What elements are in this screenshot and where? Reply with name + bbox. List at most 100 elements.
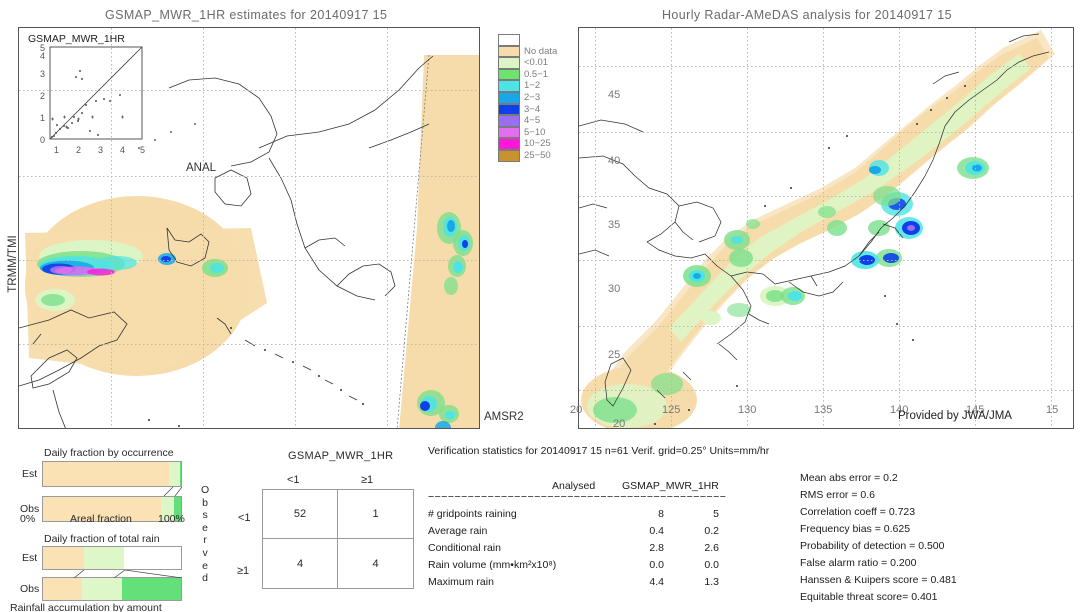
- verification-stat-row: Rain volume (mm•km²x10⁸) 0.0 0.0: [428, 559, 788, 576]
- right-map-graphic: [579, 30, 1055, 428]
- verification-stat-row: Average rain 0.4 0.2: [428, 525, 788, 542]
- legend-swatch: [498, 45, 520, 58]
- total-rain-chart-title: Daily fraction of total rain: [44, 533, 160, 545]
- total-rain-est-bar: [42, 546, 182, 570]
- legend-entry: <0.01: [498, 57, 557, 69]
- verification-scores-list: Mean abs error = 0.2 RMS error = 0.6 Corre…: [800, 472, 957, 608]
- svg-text:3: 3: [40, 69, 45, 79]
- verification-stat-analysed: 0.4: [649, 525, 664, 537]
- contingency-row-header-gte1: ≥1: [237, 565, 250, 577]
- legend-entry: 4−5: [498, 115, 557, 127]
- legend-swatch: [498, 57, 520, 69]
- legend-label: 10−25: [524, 138, 551, 150]
- legend-entry: 10−25: [498, 138, 557, 150]
- legend-label: 1−2: [524, 80, 541, 92]
- observed-axis-label: Observed: [201, 484, 209, 585]
- contingency-cell-hit-miss-01: 1: [338, 490, 413, 539]
- verification-score-line: Probability of detection = 0.500: [800, 540, 945, 552]
- verification-score-line: Frequency bias = 0.625: [800, 523, 911, 535]
- screenshot-root: GSMAP_MWR_1HR estimates for 20140917 15: [0, 0, 1080, 612]
- verification-score-line: RMS error = 0.6: [800, 489, 875, 501]
- svg-text:2: 2: [76, 145, 81, 155]
- occurrence-chart-title: Daily fraction by occurrence: [44, 447, 174, 459]
- total-rain-caption: Rainfall accumulation by amount: [10, 602, 162, 612]
- verification-stat-model: 5: [713, 508, 719, 520]
- bar-segment: [43, 462, 170, 486]
- contingency-col-header-gte1: ≥1: [361, 474, 374, 486]
- svg-text:5: 5: [140, 145, 145, 155]
- contingency-row-header-lt1: <1: [238, 512, 251, 524]
- verification-stat-name: Average rain: [428, 525, 488, 537]
- legend-entry: 5−10: [498, 126, 557, 139]
- legend-label: 0.5−1: [524, 68, 549, 80]
- svg-text:1: 1: [40, 113, 45, 123]
- bar-segment: [121, 578, 181, 600]
- verification-stat-row: # gridpoints raining 8 5: [428, 508, 788, 525]
- right-lat-tick-30: 30: [608, 283, 621, 295]
- right-lon-tick-135: 135: [814, 404, 833, 416]
- right-lat-tick-40: 40: [608, 155, 621, 167]
- contingency-table[interactable]: 52 1 4 4: [262, 489, 414, 589]
- trmm-tmi-label: TRMM/TMI: [7, 235, 19, 293]
- total-rain-est-label: Est: [22, 552, 38, 564]
- legend-swatch: [498, 34, 520, 46]
- verification-stat-model: 0.2: [704, 525, 719, 537]
- legend-label: 4−5: [524, 115, 541, 127]
- verification-stat-name: Conditional rain: [428, 542, 501, 554]
- legend-label: <0.01: [524, 57, 549, 69]
- legend-swatch: [498, 149, 520, 162]
- right-map-panel[interactable]: [578, 27, 1074, 429]
- legend-swatch: [498, 91, 520, 104]
- legend-entry: 3−4: [498, 103, 557, 116]
- bar-segment: [43, 547, 85, 569]
- total-rain-connector-lines: [73, 570, 182, 578]
- legend-entry: No data: [498, 45, 558, 58]
- legend-entry: 0.5−1: [498, 68, 557, 81]
- right-panel-title: Hourly Radar-AMeDAS analysis for 2014091…: [662, 8, 952, 22]
- verification-divider: −−−−−−−−−−−−−−−−−−−−−−−−−−−−−−−−−−−−−−−−…: [428, 491, 727, 503]
- right-lat-tick-35: 35: [608, 219, 621, 231]
- legend-swatch: [498, 126, 520, 139]
- legend-swatch: [498, 80, 520, 92]
- legend-swatch: [498, 115, 520, 127]
- legend-label: 2−3: [524, 91, 541, 103]
- contingency-col-header-lt1: <1: [287, 474, 300, 486]
- legend-entry: 25−50: [498, 149, 557, 162]
- occurrence-est-bar: [42, 461, 182, 487]
- occurrence-connector-lines: [163, 487, 182, 496]
- verification-stat-row: Conditional rain 2.8 2.6: [428, 542, 788, 559]
- bar-segment: [169, 462, 180, 486]
- right-lat-tick-45: 45: [608, 89, 621, 101]
- svg-text:4: 4: [120, 145, 125, 155]
- observed-letter: b: [202, 496, 208, 509]
- left-inset-scatter[interactable]: GSMAP_MWR_1HR 0 1 2 3 4 5 1 2 3 4 5: [24, 33, 172, 165]
- verification-stat-row: Maximum rain 4.4 1.3: [428, 576, 788, 593]
- verification-stat-analysed: 8: [658, 508, 664, 520]
- legend-entry: [498, 34, 557, 46]
- bar-segment: [43, 578, 83, 600]
- legend-swatch: [498, 138, 520, 150]
- verification-stat-name: Maximum rain: [428, 576, 494, 588]
- observed-letter: e: [202, 521, 208, 534]
- legend-label: 3−4: [524, 103, 541, 115]
- verification-score-line: False alarm ratio = 0.200: [800, 557, 917, 569]
- legend-label: 25−50: [524, 149, 551, 161]
- total-rain-obs-label: Obs: [20, 583, 40, 595]
- svg-text:3: 3: [98, 145, 103, 155]
- svg-text:0: 0: [40, 135, 45, 145]
- right-bottom-lat-tick: 20: [613, 418, 626, 430]
- occurrence-scale-right: 100%: [158, 513, 185, 525]
- verification-score-line: Equitable threat score= 0.401: [800, 591, 938, 603]
- verification-stat-analysed: 0.0: [649, 559, 664, 571]
- occurrence-scale-center: Areal fraction: [70, 513, 132, 525]
- legend-label: No data: [524, 45, 558, 57]
- verification-score-line: Hanssen & Kuipers score = 0.481: [800, 574, 957, 586]
- contingency-cell-hit-miss-00: 52: [263, 490, 338, 539]
- verification-stat-analysed: 4.4: [649, 576, 664, 588]
- left-panel-title: GSMAP_MWR_1HR estimates for 20140917 15: [105, 8, 388, 22]
- verification-stat-model: 2.6: [704, 542, 719, 554]
- svg-text:1: 1: [54, 145, 59, 155]
- legend-swatch: [498, 68, 520, 81]
- verification-score-line: Correlation coeff = 0.723: [800, 506, 916, 518]
- verification-score-line: Mean abs error = 0.2: [800, 472, 898, 484]
